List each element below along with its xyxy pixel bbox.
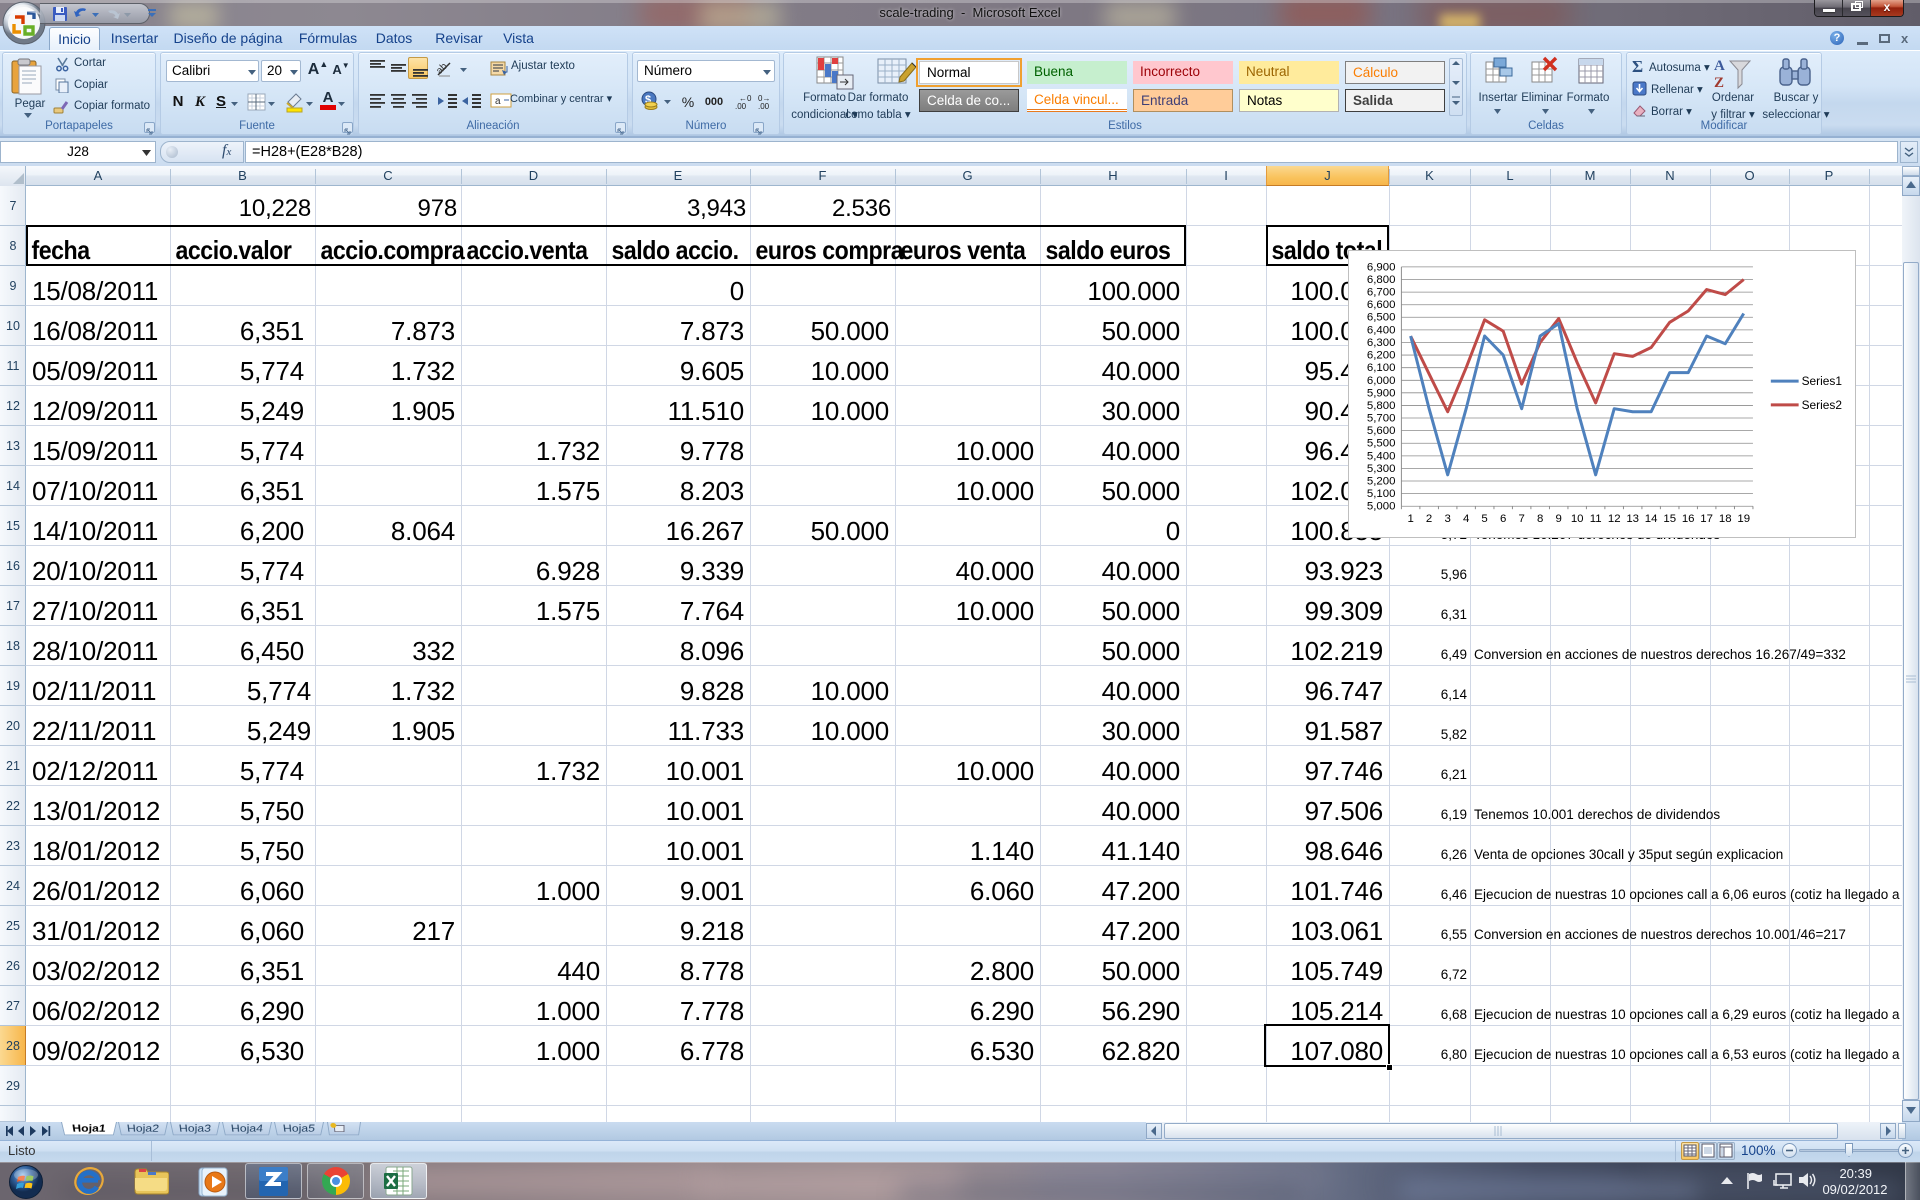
svg-text:6,200: 6,200 <box>1367 350 1396 362</box>
svg-text:9: 9 <box>1556 513 1562 525</box>
svg-text:3: 3 <box>1445 513 1451 525</box>
svg-text:5,300: 5,300 <box>1367 463 1396 475</box>
svg-text:10: 10 <box>1571 513 1584 525</box>
svg-text:6,900: 6,900 <box>1367 261 1396 273</box>
svg-text:6,800: 6,800 <box>1367 274 1396 286</box>
svg-text:5: 5 <box>1481 513 1487 525</box>
svg-text:5,600: 5,600 <box>1367 425 1396 437</box>
svg-text:6: 6 <box>1500 513 1506 525</box>
svg-text:5,000: 5,000 <box>1367 501 1396 513</box>
svg-text:.00: .00 <box>735 102 747 111</box>
svg-text:18: 18 <box>1719 513 1732 525</box>
svg-text:6,600: 6,600 <box>1367 299 1396 311</box>
svg-text:8: 8 <box>1537 513 1543 525</box>
svg-text:5,500: 5,500 <box>1367 438 1396 450</box>
svg-text:12: 12 <box>1608 513 1621 525</box>
svg-text:4: 4 <box>1463 513 1470 525</box>
svg-text:5,700: 5,700 <box>1367 413 1396 425</box>
svg-text:Z: Z <box>1714 75 1724 91</box>
svg-text:11: 11 <box>1590 513 1602 525</box>
svg-text:Series1: Series1 <box>1802 374 1843 388</box>
svg-text:15: 15 <box>1663 513 1676 525</box>
svg-text:6,000: 6,000 <box>1367 375 1396 387</box>
svg-text:6,700: 6,700 <box>1367 287 1396 299</box>
svg-text:16: 16 <box>1682 513 1695 525</box>
svg-text:14: 14 <box>1645 513 1658 525</box>
svg-text:7: 7 <box>1518 513 1524 525</box>
svg-text:5,900: 5,900 <box>1367 387 1396 399</box>
svg-text:ab: ab <box>434 61 450 77</box>
svg-text:6,300: 6,300 <box>1367 337 1396 349</box>
svg-text:5,400: 5,400 <box>1367 450 1396 462</box>
svg-text:5,800: 5,800 <box>1367 400 1396 412</box>
svg-text:5,100: 5,100 <box>1367 488 1396 500</box>
svg-text:A: A <box>1714 58 1725 74</box>
svg-text:2: 2 <box>1426 513 1432 525</box>
svg-text:a: a <box>495 96 501 107</box>
svg-text:5,200: 5,200 <box>1367 475 1396 487</box>
svg-text:Series2: Series2 <box>1802 398 1843 412</box>
svg-text:6,500: 6,500 <box>1367 312 1396 324</box>
svg-text:19: 19 <box>1737 513 1750 525</box>
svg-text:.00: .00 <box>758 102 770 111</box>
svg-text:17: 17 <box>1700 513 1713 525</box>
svg-text:13: 13 <box>1626 513 1639 525</box>
svg-text:6,400: 6,400 <box>1367 324 1396 336</box>
svg-text:1: 1 <box>1407 513 1413 525</box>
svg-text:6,100: 6,100 <box>1367 362 1396 374</box>
